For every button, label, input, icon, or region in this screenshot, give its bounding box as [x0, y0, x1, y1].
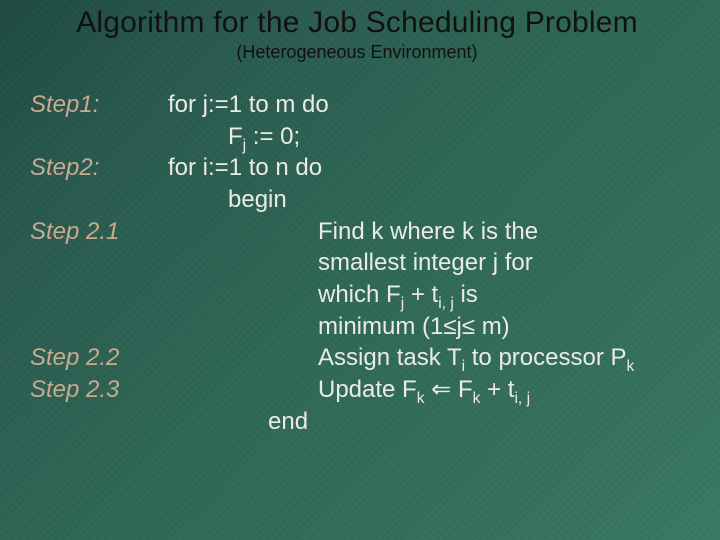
step1-code: for j:=1 to m do — [168, 89, 702, 121]
slide-title: Algorithm for the Job Scheduling Problem — [12, 6, 702, 40]
end-keyword: end — [168, 406, 702, 438]
text: is — [454, 281, 478, 308]
step22-row: Step 2.2 Assign task Ti to processor Pk — [30, 342, 702, 374]
slide-subtitle: (Heterogeneous Environment) — [12, 42, 702, 63]
step2-label: Step2: — [30, 152, 168, 184]
text: + t — [480, 376, 514, 403]
text: F — [228, 123, 243, 150]
subscript: k — [627, 358, 635, 375]
subscript: i, j — [514, 390, 530, 407]
begin-row: begin — [30, 184, 702, 216]
step23-line: Update Fk ⇐ Fk + ti, j — [168, 374, 702, 406]
step21-row3: which Fj + ti, j is — [30, 279, 702, 311]
step22-line: Assign task Ti to processor Pk — [168, 342, 702, 374]
text: Update F — [318, 376, 417, 403]
step21-row2: smallest integer j for — [30, 247, 702, 279]
step21-line4: minimum (1≤j≤ m) — [168, 311, 702, 343]
step21-line3: which Fj + ti, j is — [168, 279, 702, 311]
step23-label: Step 2.3 — [30, 374, 168, 406]
step21-label: Step 2.1 — [30, 216, 168, 248]
text: which F — [318, 281, 401, 308]
text: Assign task T — [318, 344, 462, 371]
text: := 0; — [246, 123, 300, 150]
step1-body-row: Fj := 0; — [30, 121, 702, 153]
subscript: i, j — [438, 295, 454, 312]
step23-row: Step 2.3 Update Fk ⇐ Fk + ti, j — [30, 374, 702, 406]
algorithm-body: Step1: for j:=1 to m do Fj := 0; Step2: … — [30, 89, 702, 437]
step21-line2: smallest integer j for — [168, 247, 702, 279]
begin-keyword: begin — [168, 184, 702, 216]
left-arrow-icon: ⇐ — [425, 376, 458, 403]
text: to processor P — [465, 344, 626, 371]
end-row: end — [30, 406, 702, 438]
step21-row: Step 2.1 Find k where k is the — [30, 216, 702, 248]
step21-row4: minimum (1≤j≤ m) — [30, 311, 702, 343]
subscript: k — [417, 390, 425, 407]
text: F — [458, 376, 473, 403]
step1-row: Step1: for j:=1 to m do — [30, 89, 702, 121]
step21-line1: Find k where k is the — [168, 216, 702, 248]
step1-label: Step1: — [30, 89, 168, 121]
step1-body: Fj := 0; — [168, 121, 702, 153]
step2-row: Step2: for i:=1 to n do — [30, 152, 702, 184]
step22-label: Step 2.2 — [30, 342, 168, 374]
text: + t — [404, 281, 438, 308]
step2-code: for i:=1 to n do — [168, 152, 702, 184]
slide: Algorithm for the Job Scheduling Problem… — [0, 0, 720, 540]
